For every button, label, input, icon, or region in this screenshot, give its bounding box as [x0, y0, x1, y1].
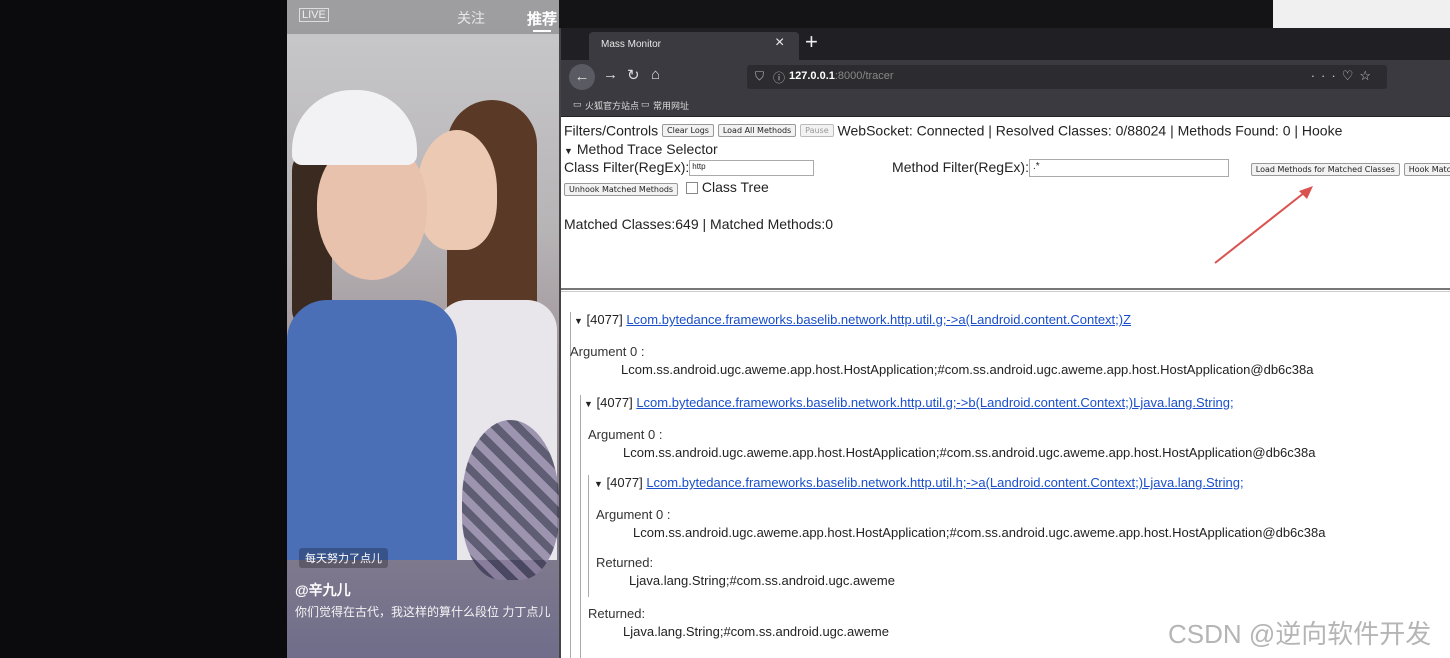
trace-block: ▼ [4077] Lcom.bytedance.frameworks.basel… — [588, 475, 1439, 597]
bookmark-star-icon[interactable]: ☆ — [1359, 68, 1377, 83]
video-caption: 你们觉得在古代，我这样的算什么段位 力丁点儿 — [295, 605, 551, 619]
trace-method-link[interactable]: Lcom.bytedance.frameworks.baselib.networ… — [636, 395, 1233, 410]
nav-bar: ← → ↻ ⌂ ⛉ ⓘ 127.0.0.1:8000/tracer ···♡☆ — [561, 60, 1450, 94]
tab-title: Mass Monitor — [601, 39, 662, 50]
matched-summary: Matched Classes:649 | Matched Methods:0 — [564, 216, 834, 232]
close-icon[interactable]: × — [775, 34, 784, 52]
class-tree-label[interactable]: Class Tree — [702, 179, 769, 195]
url-actions[interactable]: ···♡☆ — [1311, 68, 1377, 84]
video-person-skirt — [462, 420, 559, 580]
returned-label: Returned: — [596, 555, 654, 570]
caret-down-icon[interactable]: ▼ — [564, 146, 573, 156]
video-person-face — [417, 130, 497, 250]
controls-row: Filters/Controls Clear Logs Load All Met… — [564, 121, 1342, 138]
returned-label: Returned: — [588, 606, 646, 621]
class-tree-checkbox[interactable] — [685, 182, 698, 195]
trace-thread-id: [4077] — [596, 395, 633, 410]
phone-video-panel[interactable]: LIVE 关注 推荐 每天努力了点儿 @辛九儿 你们觉得在古代，我这样的算什么段… — [287, 0, 559, 658]
pocket-icon[interactable]: ♡ — [1342, 68, 1360, 83]
bookmark-item[interactable]: 火狐官方站点 — [585, 99, 639, 112]
method-filter-label: Method Filter(RegEx): — [892, 159, 1029, 175]
bookmark-item[interactable]: 常用网址 — [653, 99, 689, 112]
trace-method-link[interactable]: Lcom.bytedance.frameworks.baselib.networ… — [626, 312, 1131, 327]
more-icon[interactable]: ··· — [1311, 68, 1342, 83]
load-all-methods-button[interactable]: Load All Methods — [717, 123, 797, 137]
pause-button[interactable]: Pause — [800, 123, 834, 137]
back-arrow-icon[interactable]: ← — [569, 64, 595, 90]
divider — [561, 288, 1450, 290]
csdn-watermark: CSDN @逆向软件开发 — [1168, 619, 1432, 649]
returned-value: Ljava.lang.String;#com.ss.android.ugc.aw… — [623, 624, 889, 639]
red-arrow-annotation — [1214, 186, 1313, 264]
load-methods-matched-button[interactable]: Load Methods for Matched Classes — [1250, 163, 1400, 176]
returned-value: Ljava.lang.String;#com.ss.android.ugc.aw… — [629, 573, 895, 588]
argument-value: Lcom.ss.android.ugc.aweme.app.host.HostA… — [623, 445, 1316, 460]
clear-logs-button[interactable]: Clear Logs — [662, 123, 714, 137]
caret-down-icon[interactable]: ▼ — [594, 479, 603, 489]
trace-header[interactable]: ▼ [4077] Lcom.bytedance.frameworks.basel… — [584, 395, 1234, 410]
bookmarks-bar: ▭ 火狐官方站点 ▭ 常用网址 — [561, 94, 1450, 117]
status-text: WebSocket: Connected | Resolved Classes:… — [837, 122, 1343, 139]
background-window-light — [1273, 0, 1450, 28]
argument-label: Argument 0 : — [596, 507, 671, 522]
tab-recommend[interactable]: 推荐 — [527, 8, 557, 29]
browser-window: Mass Monitor × + ← → ↻ ⌂ ⛉ ⓘ 127.0.0.1:8… — [559, 28, 1450, 658]
video-person-shirt — [287, 300, 457, 560]
tracer-page: Filters/Controls Clear Logs Load All Met… — [561, 117, 1450, 658]
argument-value: Lcom.ss.android.ugc.aweme.app.host.HostA… — [633, 525, 1326, 540]
class-filter-input[interactable]: http — [689, 160, 815, 177]
url-text[interactable]: 127.0.0.1:8000/tracer — [789, 70, 894, 82]
trace-thread-id: [4077] — [606, 475, 643, 490]
filters-label: Filters/Controls — [564, 122, 659, 139]
unhook-row: Unhook Matched Methods Class Tree — [564, 179, 769, 196]
filter-row: Class Filter(RegEx): http Method Filter(R… — [564, 159, 1450, 178]
caret-down-icon[interactable]: ▼ — [574, 316, 583, 326]
method-trace-selector-label[interactable]: Method Trace Selector — [577, 141, 718, 157]
background-window-strip — [559, 0, 1450, 28]
folder-icon: ▭ — [573, 99, 582, 109]
trace-method-link[interactable]: Lcom.bytedance.frameworks.baselib.networ… — [646, 475, 1243, 490]
shield-icon[interactable]: ⛉ — [755, 69, 764, 84]
argument-value: Lcom.ss.android.ugc.aweme.app.host.HostA… — [621, 362, 1314, 377]
url-path: :8000/tracer — [834, 70, 894, 82]
argument-label: Argument 0 : — [588, 427, 663, 442]
trace-header[interactable]: ▼ [4077] Lcom.bytedance.frameworks.basel… — [574, 312, 1131, 327]
method-trace-selector[interactable]: ▼ Method Trace Selector — [564, 141, 718, 157]
hook-matched-class-button[interactable]: Hook Matched Class — [1403, 163, 1450, 176]
live-icon[interactable]: LIVE — [299, 8, 329, 22]
class-filter-label: Class Filter(RegEx): — [564, 159, 690, 175]
trace-header[interactable]: ▼ [4077] Lcom.bytedance.frameworks.basel… — [594, 475, 1244, 490]
browser-tab[interactable]: Mass Monitor × — [589, 32, 799, 60]
video-person-cap — [292, 90, 417, 165]
folder-icon: ▭ — [641, 99, 650, 109]
home-icon[interactable]: ⌂ — [651, 66, 660, 83]
reload-icon[interactable]: ↻ — [627, 66, 640, 84]
new-tab-icon[interactable]: + — [805, 29, 818, 55]
video-chip[interactable]: 每天努力了点儿 — [299, 548, 388, 568]
forward-arrow-icon[interactable]: → — [603, 66, 618, 83]
video-username[interactable]: @辛九儿 — [295, 580, 351, 600]
tab-underline — [533, 30, 551, 32]
tab-follow[interactable]: 关注 — [457, 8, 485, 28]
left-black-panel — [0, 0, 287, 658]
caret-down-icon[interactable]: ▼ — [584, 399, 593, 409]
divider — [561, 291, 1450, 292]
unhook-matched-methods-button[interactable]: Unhook Matched Methods — [564, 183, 679, 196]
info-icon[interactable]: ⓘ — [773, 69, 785, 86]
trace-thread-id: [4077] — [586, 312, 623, 327]
url-bar[interactable]: ⛉ ⓘ 127.0.0.1:8000/tracer ···♡☆ — [747, 65, 1387, 89]
tab-strip: Mass Monitor × + — [561, 28, 1450, 60]
url-host: 127.0.0.1 — [789, 70, 835, 82]
method-filter-input[interactable]: .* — [1028, 159, 1229, 178]
argument-label: Argument 0 : — [570, 344, 645, 359]
